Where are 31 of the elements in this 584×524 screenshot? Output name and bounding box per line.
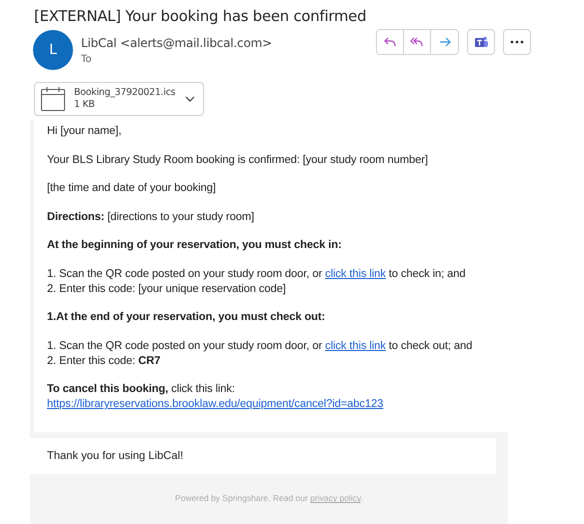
body-paragraph: To cancel this booking, click this link: https://libraryreservations.brooklaw.edu/equipment/cancel?id=abc123 (47, 382, 384, 412)
reply-all-icon (410, 35, 424, 49)
more-button[interactable] (503, 29, 531, 55)
reply-button[interactable] (377, 30, 404, 54)
attachment-size: 1 KB (74, 99, 96, 112)
chevron-down-icon (185, 96, 195, 102)
sender-address: LibCal <alerts@mail.libcal.com> (81, 35, 273, 52)
forward-icon (438, 35, 452, 49)
teams-icon (474, 35, 488, 49)
more-icon (510, 40, 524, 44)
body-paragraph: 1. Scan the QR code posted on your study room door, or click this link to check out; and 2. Enter this code: CR7 (47, 338, 474, 368)
body-paragraph: Directions: [directions to your study room] (47, 210, 256, 224)
attachment-name: Booking_37920021.ics (74, 86, 176, 99)
footer-text: Powered by Springshare. Read our privacy policy. (175, 493, 363, 504)
email-subject: [EXTERNAL] Your booking has been confirmed (34, 8, 366, 25)
attachment-card[interactable]: Booking_37920021.ics 1 KB (34, 82, 204, 116)
body-paragraph: [the time and date of your booking] (47, 181, 217, 196)
body-paragraph: Hi [your name], (47, 124, 122, 139)
sender-avatar: L (33, 30, 73, 70)
reply-icon (383, 35, 397, 49)
body-paragraph: At the beginning of your reservation, you must check in: (47, 238, 343, 253)
body-paragraph: 1.At the end of your reservation, you must check out: (47, 310, 326, 325)
teams-button[interactable] (467, 29, 495, 55)
body-paragraph: Your BLS Library Study Room booking is confirmed: [your study room number] (47, 152, 429, 168)
closing-text: Thank you for using LibCal! (47, 450, 184, 462)
text-link[interactable]: click this link (325, 340, 386, 352)
body-paragraph: 1. Scan the QR code posted on your study room door, or click this link to check in; and 2. Enter this code: [your unique reservation code] (47, 266, 467, 296)
to-label: To (81, 53, 93, 67)
text-link[interactable]: https://libraryreservations.brooklaw.edu/equipment/cancel?id=abc123 (47, 398, 384, 410)
text-link[interactable]: click this link (325, 268, 386, 280)
calendar-icon (40, 86, 66, 112)
